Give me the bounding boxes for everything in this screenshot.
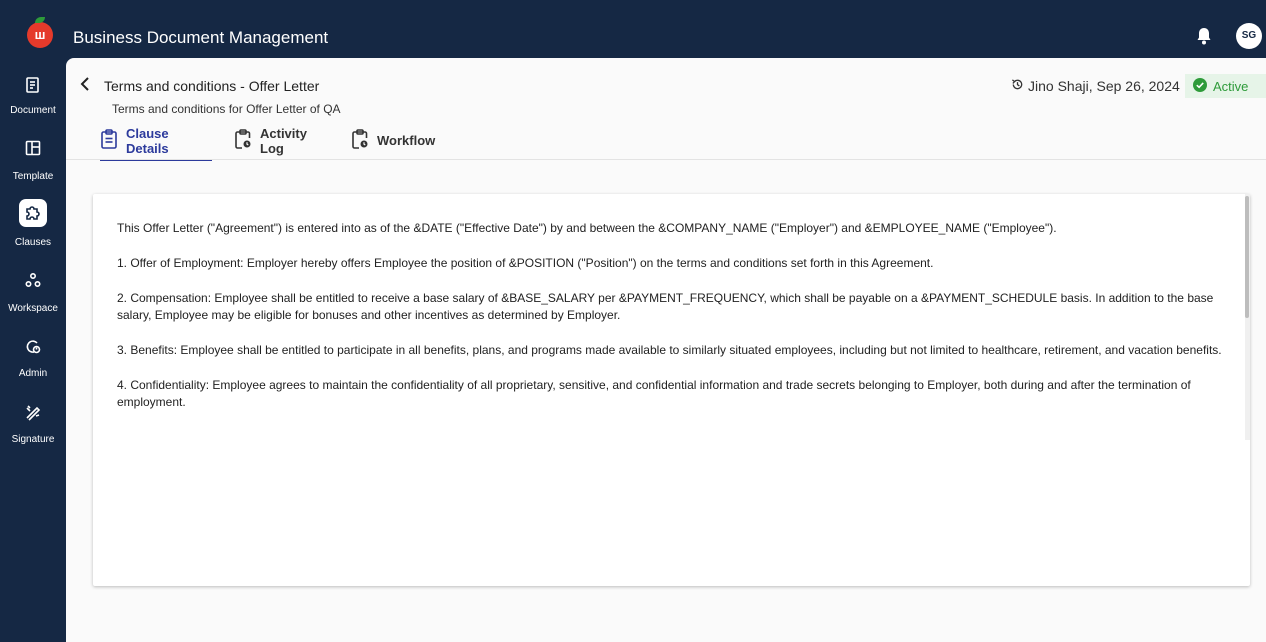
main-panel: Terms and conditions - Offer Letter Term… xyxy=(66,58,1266,642)
clipboard-clock-icon xyxy=(234,129,252,152)
status-text: Active xyxy=(1213,78,1249,94)
tab-label: Activity Log xyxy=(260,125,307,156)
avatar[interactable]: SG xyxy=(1236,23,1262,49)
sidebar-item-label: Signature xyxy=(11,434,55,445)
sidebar-item-label: Workspace xyxy=(8,303,58,314)
history-icon xyxy=(1011,78,1024,94)
document-icon xyxy=(19,71,47,99)
app-title: Business Document Management xyxy=(73,28,329,47)
tab-clause-details[interactable]: Clause Details xyxy=(100,122,212,161)
logo-leaf xyxy=(35,17,45,23)
sidebar-item-label: Document xyxy=(10,105,56,116)
template-icon xyxy=(19,134,47,162)
check-circle-icon xyxy=(1193,77,1207,95)
clause-paragraph: This Offer Letter ("Agreement") is enter… xyxy=(117,221,1057,235)
tab-label: Clause Details xyxy=(126,125,169,156)
sidebar-item-label: Admin xyxy=(18,368,48,379)
tab-label: Workflow xyxy=(377,133,436,148)
sidebar: Document Template Clauses Workspace Admi… xyxy=(0,58,66,642)
clause-paragraph: 2. Compensation: Employee shall be entit… xyxy=(117,291,1214,322)
admin-icon xyxy=(19,332,47,360)
page-title: Terms and conditions - Offer Letter xyxy=(104,78,320,94)
tab-activity-log[interactable]: Activity Log xyxy=(234,122,307,159)
logo-letter: ш xyxy=(34,27,46,42)
clause-content-card: This Offer Letter ("Agreement") is enter… xyxy=(93,194,1250,586)
top-bar: ш Business Document Management SG xyxy=(0,6,1266,58)
bell-icon[interactable] xyxy=(1196,27,1212,50)
clause-paragraph: 4. Confidentiality: Employee agrees to m… xyxy=(117,378,1191,409)
status-badge: Active xyxy=(1185,74,1266,98)
author-date: Jino Shaji, Sep 26, 2024 xyxy=(1011,78,1180,94)
app-logo[interactable]: ш xyxy=(27,17,53,48)
sidebar-item-label: Template xyxy=(12,171,54,182)
workspace-icon xyxy=(19,266,47,294)
signature-icon xyxy=(19,398,47,426)
clause-paragraph: 1. Offer of Employment: Employer hereby … xyxy=(117,256,934,270)
tab-workflow[interactable]: Workflow xyxy=(351,122,435,159)
author-date-text: Jino Shaji, Sep 26, 2024 xyxy=(1028,78,1180,94)
clipboard-clock-icon xyxy=(351,129,369,152)
back-arrow-icon[interactable] xyxy=(78,76,92,97)
tabs-divider xyxy=(66,159,1266,160)
clauses-icon xyxy=(19,199,47,227)
sidebar-item-label: Clauses xyxy=(14,237,52,248)
clause-text: This Offer Letter ("Agreement") is enter… xyxy=(117,220,1227,429)
scrollbar-thumb[interactable] xyxy=(1245,196,1249,318)
page-subtitle: Terms and conditions for Offer Letter of… xyxy=(112,102,341,116)
clipboard-list-icon xyxy=(100,129,118,152)
clause-paragraph: 3. Benefits: Employee shall be entitled … xyxy=(117,343,1222,357)
